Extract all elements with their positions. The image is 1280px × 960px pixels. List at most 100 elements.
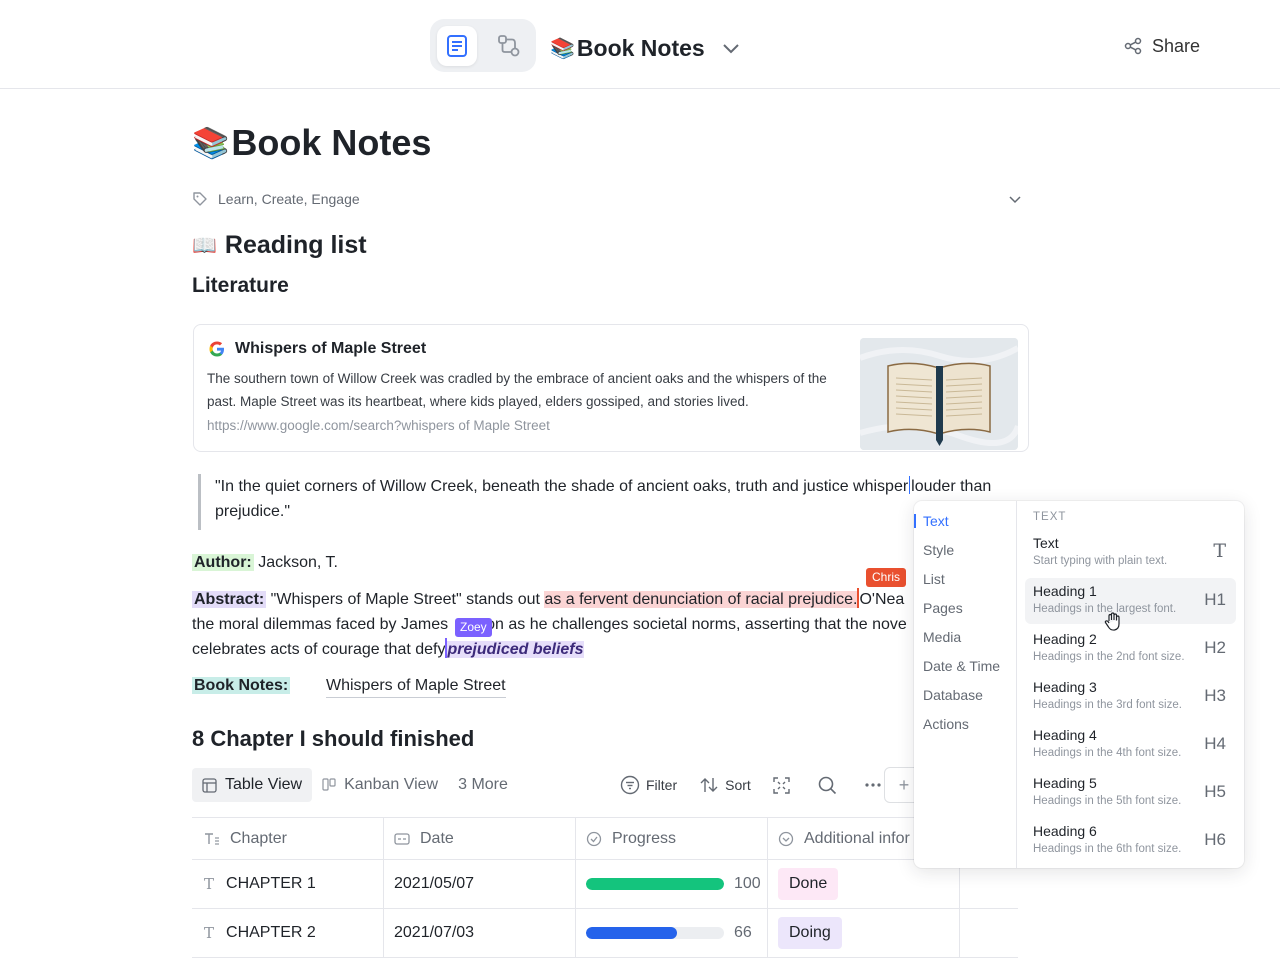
tag-icon	[193, 192, 207, 206]
chevron-down-icon[interactable]	[1005, 190, 1025, 210]
collaborator-badge-zoey: Zoey	[455, 618, 492, 637]
menu-item-text[interactable]: Text Start typing with plain text. T	[1025, 530, 1236, 576]
card-header: Whispers of Maple Street	[207, 339, 426, 359]
table-row[interactable]: T CHAPTER 2 2021/07/03 66 Doing	[192, 909, 1018, 958]
date-cell[interactable]: 2021/07/03	[383, 909, 575, 957]
abstract-label: Abstract:	[192, 591, 267, 608]
books-emoji-icon: 📚	[550, 37, 575, 60]
category-pages[interactable]: Pages	[923, 596, 963, 620]
progress-fill	[586, 878, 724, 890]
progress-value: 100	[734, 875, 761, 892]
menu-item-heading-3[interactable]: Heading 3 Headings in the 3rd font size.…	[1025, 674, 1236, 720]
menu-item-title: Heading 2	[1033, 631, 1097, 647]
top-title-text: Book Notes	[576, 34, 705, 61]
menu-item-title: Heading 1	[1033, 583, 1097, 599]
document-mode-button[interactable]	[437, 26, 477, 66]
progress-cell[interactable]: 100	[575, 860, 767, 908]
menu-item-heading-2[interactable]: Heading 2 Headings in the 2nd font size.…	[1025, 626, 1236, 672]
tab-table-view[interactable]: Table View	[192, 768, 313, 802]
status-badge: Doing	[778, 917, 842, 949]
menu-item-subtitle: Start typing with plain text.	[1033, 555, 1168, 567]
menu-item-title: Heading 3	[1033, 679, 1097, 695]
book-notes-link[interactable]: Whispers of Maple Street	[326, 674, 506, 698]
share-label: Share	[1152, 35, 1201, 56]
author-value: Jackson, T.	[253, 554, 338, 571]
chapter-name: CHAPTER 2	[226, 924, 316, 941]
expand-icon	[773, 776, 790, 794]
menu-item-heading-1[interactable]: Heading 1 Headings in the largest font. …	[1025, 578, 1236, 624]
category-date-time[interactable]: Date & Time	[923, 654, 1000, 678]
category-list[interactable]: List	[923, 567, 945, 591]
search-button[interactable]	[818, 776, 843, 795]
column-header-progress[interactable]: Progress	[575, 818, 767, 859]
chevron-down-icon[interactable]	[718, 36, 744, 62]
heading-6-icon: H6	[1204, 830, 1226, 849]
card-title[interactable]: Whispers of Maple Street	[235, 340, 426, 358]
book-notes-line[interactable]: Book Notes:	[192, 674, 291, 698]
page-title[interactable]: 📚 Book Notes	[192, 118, 431, 168]
card-description: The southern town of Willow Creek was cr…	[207, 371, 827, 409]
column-label: Additional infor	[804, 829, 910, 847]
status-badge: Done	[778, 868, 839, 900]
document-icon	[447, 35, 467, 57]
sort-label: Sort	[725, 777, 751, 793]
progress-cell[interactable]: 66	[575, 909, 767, 957]
menu-item-title: Heading 6	[1033, 823, 1097, 839]
menu-item-title: Text	[1033, 535, 1059, 551]
fullscreen-button[interactable]	[773, 776, 796, 794]
card-url[interactable]: https://www.google.com/search?whispers o…	[207, 418, 550, 433]
progress-bar	[586, 878, 724, 890]
active-category-indicator	[914, 514, 916, 528]
menu-item-heading-5[interactable]: Heading 5 Headings in the 5th font size.…	[1025, 770, 1236, 816]
author-line[interactable]: Author: Jackson, T.	[192, 551, 338, 575]
column-header-date[interactable]: Date	[383, 818, 575, 859]
filter-button[interactable]: Filter	[620, 775, 677, 795]
chapter-heading: 8 Chapter I should finished	[192, 726, 475, 751]
quote-text-before: "In the quiet corners of Willow Creek, b…	[215, 478, 909, 495]
blockquote[interactable]: "In the quiet corners of Willow Creek, b…	[198, 474, 1028, 530]
abstract-text: celebrates acts of courage that defy	[192, 641, 446, 658]
mode-switch	[430, 19, 536, 72]
top-page-title[interactable]: 📚 Book Notes	[550, 30, 705, 66]
menu-item-heading-4[interactable]: Heading 4 Headings in the 4th font size.…	[1025, 722, 1236, 768]
table-row[interactable]: T CHAPTER 1 2021/05/07 100 Done	[192, 860, 1018, 909]
sort-button[interactable]: Sort	[699, 776, 751, 794]
table-extra-cell	[959, 909, 1018, 957]
menu-item-title: Heading 4	[1033, 727, 1097, 743]
books-emoji-icon[interactable]: 📚	[192, 126, 229, 161]
menu-item-subtitle: Headings in the 4th font size.	[1033, 747, 1182, 759]
category-media[interactable]: Media	[923, 625, 961, 649]
view-tabs: Table View Kanban View 3 More	[192, 768, 518, 802]
menu-section-title: TEXT	[1033, 511, 1067, 523]
text-type-icon: T	[204, 924, 215, 942]
abstract-paragraph[interactable]: Abstract: "Whispers of Maple Street" sta…	[192, 587, 916, 662]
status-cell[interactable]: Doing	[767, 909, 959, 957]
column-header-chapter[interactable]: Chapter	[192, 818, 383, 859]
google-icon	[207, 339, 227, 359]
chapter-cell[interactable]: T CHAPTER 2	[192, 909, 383, 957]
link-preview-card[interactable]: Whispers of Maple Street The southern to…	[193, 324, 1029, 452]
date-cell[interactable]: 2021/05/07	[383, 860, 575, 908]
category-style[interactable]: Style	[923, 538, 954, 562]
progress-fill	[586, 927, 678, 939]
menu-item-heading-6[interactable]: Heading 6 Headings in the 6th font size.…	[1025, 818, 1236, 864]
reading-list-text: Reading list	[224, 230, 367, 259]
heading-4-icon: H4	[1204, 734, 1226, 753]
chapter-cell[interactable]: T CHAPTER 1	[192, 860, 383, 908]
abstract-text: on as he challenges societal norms, asse…	[486, 616, 907, 633]
category-database[interactable]: Database	[923, 683, 983, 707]
flow-icon	[498, 35, 520, 57]
heading-3-icon: H3	[1204, 686, 1226, 705]
block-insert-menu: Text Style List Pages Media Date & Time …	[914, 501, 1244, 868]
category-actions[interactable]: Actions	[923, 712, 969, 736]
category-text[interactable]: Text	[923, 509, 949, 533]
column-label: Progress	[612, 829, 677, 847]
open-book-emoji-icon: 📖	[192, 234, 217, 257]
whiteboard-mode-button[interactable]	[489, 26, 529, 66]
tab-more-views[interactable]: 3 More	[448, 768, 518, 802]
tab-kanban-view[interactable]: Kanban View	[312, 768, 448, 802]
table-toolbar: Filter Sort	[620, 772, 909, 798]
share-button[interactable]: Share	[1124, 32, 1200, 60]
tags-row[interactable]: Learn, Create, Engage	[192, 188, 360, 210]
heading-2-icon: H2	[1204, 638, 1226, 657]
